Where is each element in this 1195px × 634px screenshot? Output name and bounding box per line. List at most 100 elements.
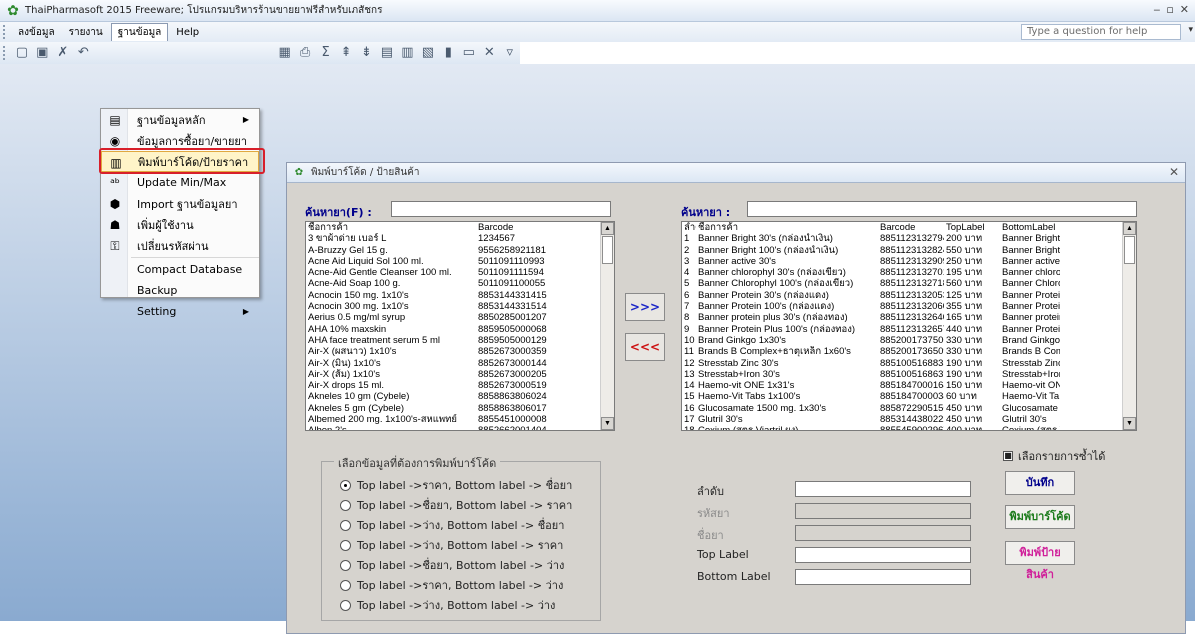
menu-item-6[interactable]: ⚿ เปลี่ยนรหัสผ่าน bbox=[101, 235, 259, 256]
list-item[interactable]: 14 Haemo-vit ONE 1x31's 8851847000164 150 บ… bbox=[682, 380, 1136, 391]
radio-option-4[interactable]: Top label ->ชื่อยา, Bottom label -> ว่าง bbox=[340, 556, 564, 574]
delete-icon[interactable]: ✗ bbox=[56, 45, 70, 61]
menu-database[interactable]: ฐานข้อมูล bbox=[110, 23, 169, 41]
radio-option-6[interactable]: Top label ->ว่าง, Bottom label -> ว่าง bbox=[340, 596, 555, 614]
menu-item-8[interactable]: Backup bbox=[101, 280, 259, 301]
scroll-down-icon[interactable]: ▼ bbox=[601, 417, 614, 430]
field-input-4[interactable] bbox=[795, 569, 971, 585]
scroll-thumb[interactable] bbox=[602, 236, 613, 264]
left-list-scrollbar[interactable]: ▲ ▼ bbox=[600, 222, 614, 430]
radio-icon[interactable] bbox=[340, 519, 351, 531]
sort-desc-icon[interactable]: ⇟ bbox=[359, 45, 373, 61]
print-queue-list[interactable]: ลำดับชื่อการค้า Barcode TopLabel BottomLabe… bbox=[681, 221, 1137, 431]
scroll-down-icon[interactable]: ▼ bbox=[1123, 417, 1136, 430]
list-item[interactable]: 7 Banner Protein 100's (กล่องแดง) 88511231… bbox=[682, 301, 1136, 312]
window-icon[interactable]: ▭ bbox=[462, 45, 476, 61]
save-icon[interactable]: ▣ bbox=[35, 45, 49, 61]
list-item[interactable]: 5 Banner Chlorophyl 100's (กล่องเขียว) 885… bbox=[682, 278, 1136, 289]
printer-icon[interactable]: ⎙ bbox=[298, 45, 312, 61]
report-icon[interactable]: ▧ bbox=[421, 45, 435, 61]
list-item[interactable]: Akneles 10 gm (Cybele) 8858863806024 bbox=[306, 391, 614, 402]
save-button[interactable]: บันทึก bbox=[1005, 471, 1075, 495]
grid-icon[interactable]: ▦ bbox=[277, 45, 291, 61]
sort-asc-icon[interactable]: ⇞ bbox=[339, 45, 353, 61]
radio-option-1[interactable]: Top label ->ชื่อยา, Bottom label -> ราคา bbox=[340, 496, 572, 514]
radio-icon[interactable] bbox=[340, 539, 351, 551]
menu-item-7[interactable]: Compact Database bbox=[101, 259, 259, 280]
list-header[interactable]: ชื่อการค้า Barcode bbox=[306, 222, 614, 233]
scroll-up-icon[interactable]: ▲ bbox=[1123, 222, 1136, 235]
menu-reports[interactable]: รายงาน bbox=[63, 24, 109, 41]
scroll-up-icon[interactable]: ▲ bbox=[601, 222, 614, 235]
menu-item-0[interactable]: ▤ ฐานข้อมูลหลัก ▶ bbox=[101, 109, 259, 130]
list-item[interactable]: Acnocin 300 mg. 1x10's 8853144331514 bbox=[306, 301, 614, 312]
list-item[interactable]: 3 Banner active 30's 8851123132909 250 บาท B… bbox=[682, 256, 1136, 267]
list-item[interactable]: 4 Banner chlorophyl 30's (กล่องเขียว) 8851… bbox=[682, 267, 1136, 278]
menu-item-4[interactable]: ⬢ Import ฐานข้อมูลยา bbox=[101, 193, 259, 214]
list-item[interactable]: 15 Haemo-Vit Tabs 1x100's 8851847000034 60 … bbox=[682, 391, 1136, 402]
table-icon[interactable]: ▤ bbox=[380, 45, 394, 61]
list-item[interactable]: Akneles 5 gm (Cybele) 8858863806017 bbox=[306, 403, 614, 414]
list-item[interactable]: 13 Stresstab+Iron 30's 8851005168637 190 บา… bbox=[682, 369, 1136, 380]
list-item[interactable]: 11 Brands B Complex+ธาตุเหล็ก 1x60's 88520… bbox=[682, 346, 1136, 357]
list-item[interactable]: 17 Glutril 30's 8853144380222 450 บาท Glutri… bbox=[682, 414, 1136, 425]
list-item[interactable]: 16 Glucosamate 1500 mg. 1x30's 88587229051… bbox=[682, 403, 1136, 414]
left-search-input[interactable] bbox=[391, 201, 611, 217]
menu-item-5[interactable]: ☗ เพิ่มผู้ใช้งาน bbox=[101, 214, 259, 235]
list-item[interactable]: AHA 10% maxskin 8859505000068 bbox=[306, 324, 614, 335]
list-item[interactable]: 6 Banner Protein 30's (กล่องแดง) 885112313… bbox=[682, 290, 1136, 301]
drug-list[interactable]: ชื่อการค้า Barcode 3 ขาผ้าด่าย เบอร์ L 1234… bbox=[305, 221, 615, 431]
add-to-print-button[interactable]: >>> bbox=[625, 293, 665, 321]
undo-icon[interactable]: ↶ bbox=[76, 45, 90, 61]
list-item[interactable]: 1 Banner Bright 30's (กล่องน้ำเงิน) 885112… bbox=[682, 233, 1136, 244]
radio-icon[interactable] bbox=[340, 579, 351, 591]
radio-icon[interactable] bbox=[340, 599, 351, 611]
list-item[interactable]: Albemed 200 mg. 1x100's-สหแพทย์ 885545100… bbox=[306, 414, 614, 425]
close-icon[interactable]: ✕ bbox=[1180, 3, 1189, 16]
list-item[interactable]: Acne Aid Liquid Sol 100 ml. 5011091110993 bbox=[306, 256, 614, 267]
list-item[interactable]: 18 Coxium (สูตร Viartril ผง) 8855459002967… bbox=[682, 425, 1136, 430]
menu-data-entry[interactable]: ลงข้อมูล bbox=[12, 24, 61, 41]
checkbox-icon[interactable]: ■ bbox=[1003, 451, 1013, 461]
list-item[interactable]: Air-X (ส้ม) 1x10's 8852673000205 bbox=[306, 369, 614, 380]
list-item[interactable]: 9 Banner Protein Plus 100's (กล่องทอง) 885… bbox=[682, 324, 1136, 335]
list-item[interactable]: Air-X drops 15 ml. 8852673000519 bbox=[306, 380, 614, 391]
right-search-input[interactable] bbox=[747, 201, 1137, 217]
new-icon[interactable]: ▢ bbox=[15, 45, 29, 61]
list-item[interactable]: Air-X (มิ้น) 1x10's 8852673000144 bbox=[306, 358, 614, 369]
restore-icon[interactable]: ▫ bbox=[1166, 3, 1173, 16]
form-icon[interactable]: ▥ bbox=[400, 45, 414, 61]
menu-item-3[interactable]: ᵃᵇ Update Min/Max bbox=[101, 172, 259, 193]
list-item[interactable]: Acne-Aid Gentle Cleanser 100 ml. 50110911… bbox=[306, 267, 614, 278]
radio-option-0[interactable]: Top label ->ราคา, Bottom label -> ชื่อยา bbox=[340, 476, 572, 494]
dialog-close-icon[interactable]: ✕ bbox=[1169, 165, 1179, 179]
list-item[interactable]: Air-X (ผสนาว) 1x10's 8852673000359 bbox=[306, 346, 614, 357]
list-item[interactable]: Alben 2's 8852662001404 bbox=[306, 425, 614, 430]
list-item[interactable]: 2 Banner Bright 100's (กล่องน้ำเงิน) 88511… bbox=[682, 245, 1136, 256]
list-item[interactable]: Acne-Aid Soap 100 g. 5011091100055 bbox=[306, 278, 614, 289]
chart-icon[interactable]: ▮ bbox=[441, 45, 455, 61]
list-item[interactable]: 12 Stresstab Zinc 30's 8851005168835 190 บา… bbox=[682, 358, 1136, 369]
list-item[interactable]: 10 Brand Ginkgo 1x30's 8852001737506 330 บา… bbox=[682, 335, 1136, 346]
field-input-3[interactable] bbox=[795, 547, 971, 563]
close-x-icon[interactable]: ✕ bbox=[482, 45, 496, 61]
chevron-down-icon[interactable]: ▾ bbox=[1188, 25, 1193, 35]
list-item[interactable]: 8 Banner protein plus 30's (กล่องทอง) 8851… bbox=[682, 312, 1136, 323]
list-item[interactable]: Aerius 0.5 mg/ml syrup 8850285001207 bbox=[306, 312, 614, 323]
radio-icon[interactable] bbox=[340, 499, 351, 511]
list-header[interactable]: ลำดับชื่อการค้า Barcode TopLabel BottomLabe… bbox=[682, 222, 1136, 233]
menu-item-9[interactable]: Setting ▶ bbox=[101, 301, 259, 322]
repeat-checkbox[interactable]: ■ เลือกรายการซ้ำได้ bbox=[1003, 447, 1105, 465]
remove-from-print-button[interactable]: <<< bbox=[625, 333, 665, 361]
list-item[interactable]: 3 ขาผ้าด่าย เบอร์ L 1234567 bbox=[306, 233, 614, 244]
field-input-0[interactable] bbox=[795, 481, 971, 497]
sum-icon[interactable]: Σ bbox=[318, 45, 332, 61]
minimize-icon[interactable]: ‒ bbox=[1153, 3, 1160, 16]
list-item[interactable]: AHA face treatment serum 5 ml 88595050001… bbox=[306, 335, 614, 346]
help-search-input[interactable]: Type a question for help bbox=[1021, 24, 1181, 40]
print-label-button[interactable]: พิมพ์ป้ายสินค้า bbox=[1005, 541, 1075, 581]
list-item[interactable]: A-Bruzzy Gel 15 g. 9556258921181 bbox=[306, 245, 614, 256]
radio-icon[interactable] bbox=[340, 479, 351, 491]
radio-option-5[interactable]: Top label ->ราคา, Bottom label -> ว่าง bbox=[340, 576, 563, 594]
radio-icon[interactable] bbox=[340, 559, 351, 571]
